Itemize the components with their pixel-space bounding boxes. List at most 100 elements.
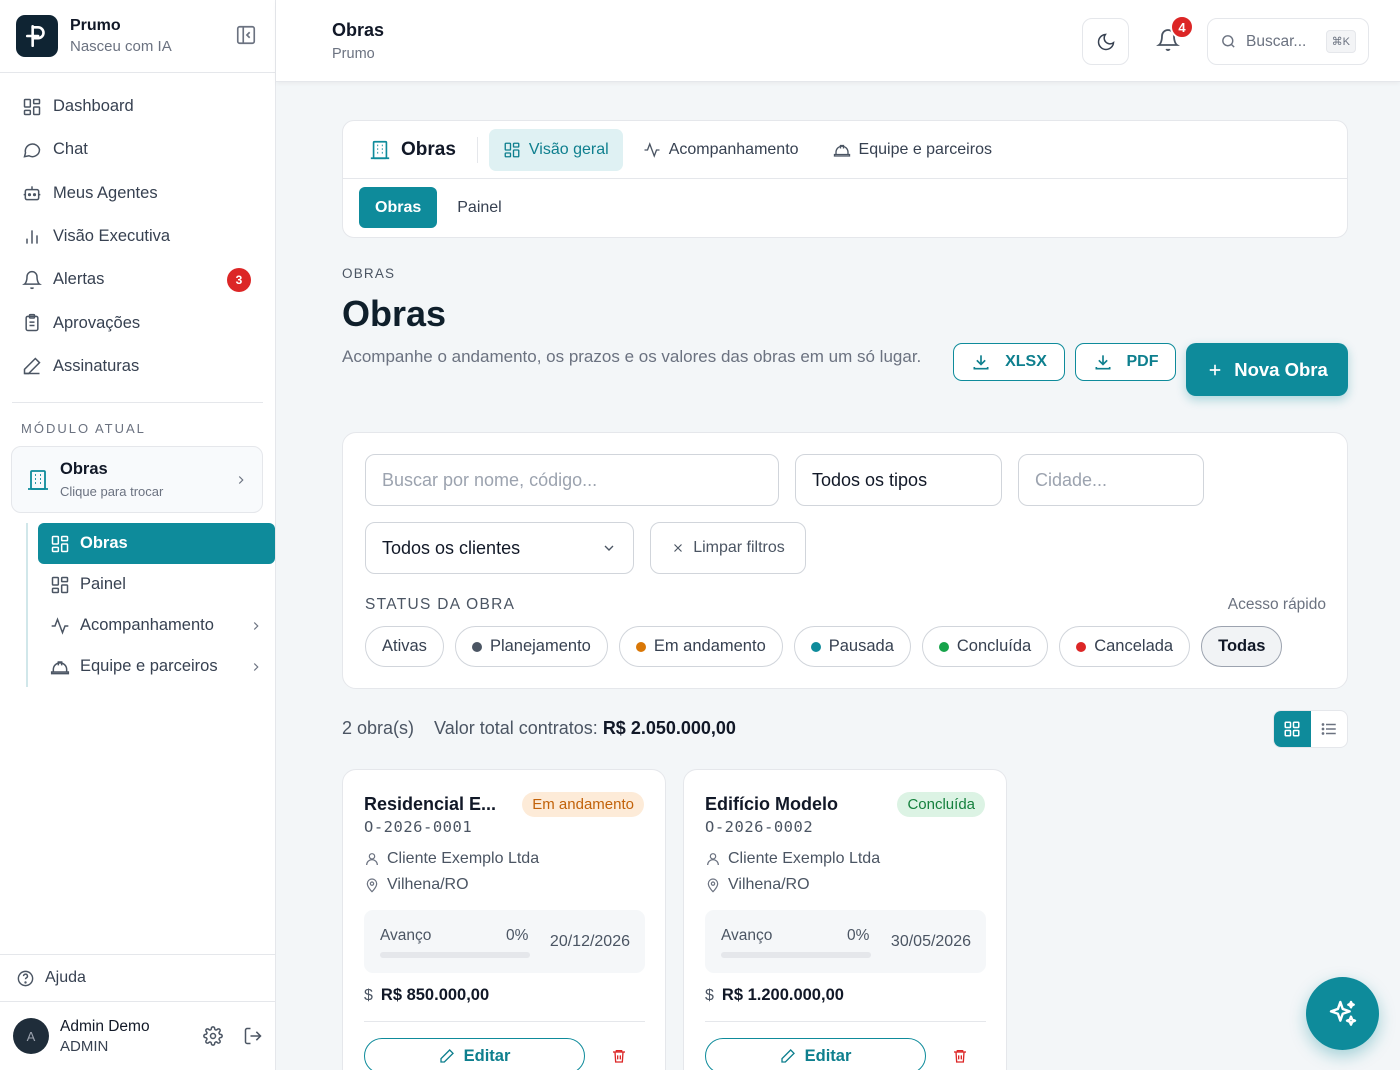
obra-code: O-2026-0001 xyxy=(364,818,473,836)
trash-icon[interactable] xyxy=(611,1048,627,1064)
module-switcher[interactable]: Obras Clique para trocar xyxy=(11,446,263,514)
nav-item-label: Dashboard xyxy=(53,97,134,116)
export-pdf-button[interactable]: PDF xyxy=(1075,343,1176,381)
chat-icon xyxy=(22,140,42,160)
status-chip[interactable]: Concluída xyxy=(921,626,1049,667)
nav-item-label: Alertas xyxy=(53,270,105,289)
subnav-item-acompanhamento[interactable]: Acompanhamento xyxy=(38,605,275,646)
new-obra-button[interactable]: Nova Obra xyxy=(1186,343,1348,396)
logout-icon[interactable] xyxy=(243,1026,263,1046)
gear-icon[interactable] xyxy=(203,1026,223,1046)
activity-icon xyxy=(50,616,70,636)
tab-acompanhamento[interactable]: Acompanhamento xyxy=(629,129,813,171)
status-chip[interactable]: Planejamento xyxy=(454,626,608,667)
clear-filters-label: Limpar filtros xyxy=(693,539,785,556)
obra-status-badge: Concluída xyxy=(897,792,985,817)
nav-item-approvals[interactable]: Aprovações xyxy=(12,301,263,344)
building-icon xyxy=(26,468,50,492)
obra-client: Cliente Exemplo Ltda xyxy=(364,850,539,868)
chevron-right-icon xyxy=(234,473,248,487)
subtab-painel[interactable]: Painel xyxy=(441,187,517,228)
nav-item-label: Meus Agentes xyxy=(53,183,158,202)
tabs-separator xyxy=(476,136,478,163)
map-pin-icon xyxy=(705,877,721,893)
progress-label: Avanço xyxy=(721,927,773,944)
obra-city: Vilhena/RO xyxy=(387,876,469,893)
bell-icon xyxy=(22,270,42,290)
list-view-button[interactable] xyxy=(1311,711,1348,747)
pen-icon xyxy=(22,356,42,376)
subnav-item-label: Acompanhamento xyxy=(80,616,214,635)
subnav-item-equipe[interactable]: Equipe e parceiros xyxy=(38,646,275,687)
obra-card[interactable]: Residencial E... Em andamento O-2026-000… xyxy=(342,769,666,1070)
status-chip[interactable]: Cancelada xyxy=(1059,626,1191,667)
new-obra-label: Nova Obra xyxy=(1234,358,1328,380)
obra-value-amount: R$ 850.000,00 xyxy=(380,986,490,1004)
status-chip-label: Planejamento xyxy=(489,637,591,655)
sidebar: Prumo Nasceu com IA Dashboard Chat Meus … xyxy=(0,0,276,1070)
notifications-badge: 4 xyxy=(1170,15,1194,39)
results-summary: 2 obra(s) Valor total contratos: R$ 2.05… xyxy=(342,718,736,739)
nav-item-agents[interactable]: Meus Agentes xyxy=(12,172,263,215)
tabs-module-label: Obras xyxy=(369,139,456,161)
global-search[interactable]: Buscar... ⌘K xyxy=(1207,18,1369,65)
close-icon xyxy=(671,541,685,555)
nav-item-dashboard[interactable]: Dashboard xyxy=(12,85,263,128)
nav-item-alerts[interactable]: Alertas 3 xyxy=(12,258,263,301)
city-input-placeholder: Cidade... xyxy=(1035,469,1108,490)
export-xlsx-button[interactable]: XLSX xyxy=(953,343,1065,381)
status-chip-label: Todas xyxy=(1218,637,1266,655)
grid-icon xyxy=(50,534,70,554)
search-input[interactable]: Buscar por nome, código... xyxy=(365,454,779,506)
download-icon xyxy=(1093,352,1113,372)
chevron-right-icon xyxy=(249,619,263,633)
nav-item-signatures[interactable]: Assinaturas xyxy=(12,345,263,388)
edit-obra-button[interactable]: Editar xyxy=(705,1038,926,1070)
dollar-icon: $ xyxy=(364,986,373,1004)
clear-filters-button[interactable]: Limpar filtros xyxy=(650,522,806,574)
hard-hat-icon xyxy=(50,657,70,677)
trash-icon[interactable] xyxy=(952,1048,968,1064)
sparkles-icon xyxy=(1327,998,1359,1030)
map-pin-icon xyxy=(364,877,380,893)
client-select[interactable]: Todos os clientes xyxy=(365,522,634,574)
status-chip[interactable]: Todas xyxy=(1201,626,1283,667)
subnav-item-obras[interactable]: Obras xyxy=(38,523,275,565)
tab-equipe-parceiros[interactable]: Equipe e parceiros xyxy=(819,129,1006,171)
help-circle-icon xyxy=(16,969,35,988)
grid-icon xyxy=(50,575,70,595)
subtab-obras[interactable]: Obras xyxy=(359,187,438,228)
edit-obra-button[interactable]: Editar xyxy=(364,1038,585,1070)
grid-view-button[interactable] xyxy=(1274,711,1311,747)
module-title: Obras xyxy=(60,460,108,479)
obra-due-date: 20/12/2026 xyxy=(549,933,630,950)
main-nav: Dashboard Chat Meus Agentes Visão Execut… xyxy=(0,73,275,388)
help-label: Ajuda xyxy=(45,969,86,986)
tab-label: Equipe e parceiros xyxy=(858,140,992,158)
subnav-item-label: Obras xyxy=(80,534,128,553)
nav-item-chat[interactable]: Chat xyxy=(12,128,263,171)
obra-code: O-2026-0002 xyxy=(705,818,814,836)
city-input[interactable]: Cidade... xyxy=(1018,454,1204,506)
status-chip[interactable]: Em andamento xyxy=(618,626,783,667)
avatar[interactable]: A xyxy=(13,1018,49,1054)
prumo-logo[interactable] xyxy=(16,15,58,57)
status-chip-label: Pausada xyxy=(828,637,894,655)
tabs-module-title: Obras xyxy=(401,138,456,160)
theme-toggle-button[interactable] xyxy=(1082,18,1129,65)
tab-visao-geral[interactable]: Visão geral xyxy=(488,128,623,171)
status-chip[interactable]: Pausada xyxy=(793,626,911,667)
status-chip[interactable]: Ativas xyxy=(365,626,444,667)
type-select[interactable]: Todos os tipos xyxy=(795,454,1002,506)
nav-item-executive[interactable]: Visão Executiva xyxy=(12,215,263,258)
subnav-item-label: Equipe e parceiros xyxy=(80,657,218,676)
collapse-sidebar-icon[interactable] xyxy=(235,24,259,48)
obra-location: Vilhena/RO xyxy=(364,876,469,894)
nav-item-label: Chat xyxy=(53,140,88,159)
tab-label: Visão geral xyxy=(528,140,609,158)
obra-card[interactable]: Edifício Modelo Concluída O-2026-0002 Cl… xyxy=(683,769,1007,1070)
ai-assistant-button[interactable] xyxy=(1306,977,1379,1050)
obra-value: $ R$ 1.200.000,00 xyxy=(705,986,844,1005)
help-link[interactable]: Ajuda xyxy=(0,954,276,1002)
subnav-item-painel[interactable]: Painel xyxy=(38,564,275,605)
